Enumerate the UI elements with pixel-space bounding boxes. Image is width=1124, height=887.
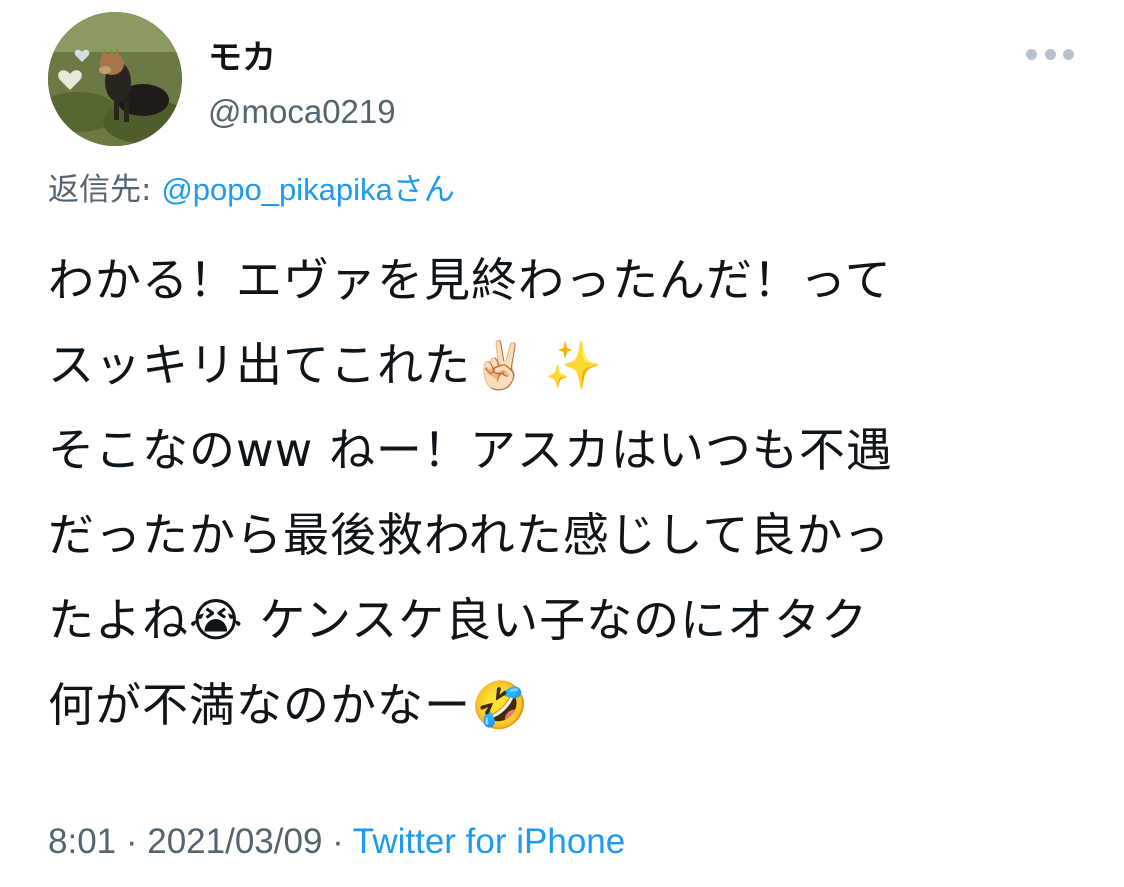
reply-to-prefix: 返信先: (48, 172, 162, 208)
tweet-text-line: だったから最後救われた感じして良かっ (48, 508, 891, 562)
user-handle[interactable]: @moca0219 (208, 92, 396, 132)
reply-mention-link[interactable]: @popo_pikapika (161, 172, 392, 207)
meta-separator: · (116, 822, 148, 861)
display-name[interactable]: モカ (208, 38, 396, 78)
more-dot (1026, 48, 1037, 60)
reply-mention-suffix: さん (392, 172, 455, 208)
more-dot (1044, 48, 1056, 60)
tweet-meta: 8:01 · 2021/03/09 · Twitter for iPhone (48, 818, 625, 866)
tweet-date[interactable]: 2021/03/09 (147, 822, 322, 861)
tweet-text-line: 何が不満なのかなー🤣 (48, 678, 530, 732)
tweet-header: モカ @moca0219 (48, 12, 1084, 148)
tweet-source-link[interactable]: Twitter for iPhone (353, 822, 625, 861)
tweet: モカ @moca0219 返信先: @popo_pikapikaさん わかる！エ… (0, 0, 1124, 887)
meta-separator: · (322, 822, 353, 861)
more-dot (1063, 48, 1074, 60)
avatar[interactable] (48, 12, 182, 146)
tweet-text-line: そこなのww ねー！アスカはいつも不遇 (48, 423, 893, 477)
reply-to: 返信先: @popo_pikapikaさん (48, 168, 455, 212)
tweet-time[interactable]: 8:01 (48, 822, 116, 861)
avatar-image (48, 12, 182, 146)
tweet-text-line: たよね😭 ケンスケ良い子なのにオタク (48, 593, 869, 647)
tweet-text: わかる！エヴァを見終わったんだ！って スッキリ出てこれた✌🏻 ✨ そこなのww … (48, 238, 1088, 748)
tweet-text-line: スッキリ出てこれた✌🏻 ✨ (48, 338, 604, 392)
tweet-text-line: わかる！エヴァを見終わったんだ！って (48, 253, 892, 307)
user-names: モカ @moca0219 (208, 38, 396, 132)
more-horizontal-icon[interactable] (1026, 44, 1074, 64)
